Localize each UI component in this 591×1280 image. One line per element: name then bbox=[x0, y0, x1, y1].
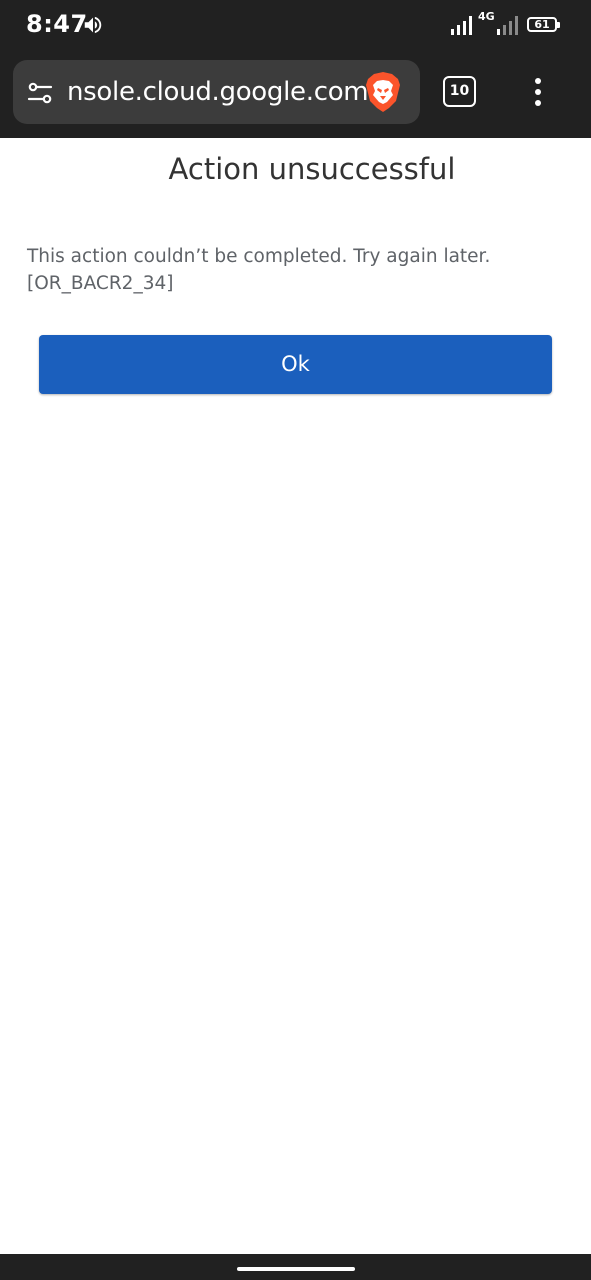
address-bar[interactable]: nsole.cloud.google.com bbox=[13, 60, 420, 124]
battery-icon: 61 bbox=[527, 17, 560, 32]
error-code: [OR_BACR2_34] bbox=[27, 273, 174, 294]
signal-icon-2 bbox=[497, 16, 518, 35]
more-vert-icon[interactable] bbox=[526, 76, 550, 108]
tabs-icon[interactable]: 10 bbox=[443, 76, 476, 107]
tab-count: 10 bbox=[449, 83, 470, 99]
dialog-message-text: This action couldn’t be completed. Try a… bbox=[27, 246, 491, 267]
signal-icon bbox=[451, 16, 472, 35]
network-type: 4G bbox=[478, 10, 495, 23]
ok-button[interactable]: Ok bbox=[39, 335, 552, 394]
site-settings-icon[interactable] bbox=[27, 80, 53, 106]
menu-dot bbox=[535, 89, 541, 95]
status-time: 8:47 bbox=[26, 10, 88, 38]
volume-icon bbox=[84, 16, 102, 34]
status-bar: 8:47 4G 61 bbox=[0, 0, 591, 52]
battery-level: 61 bbox=[534, 18, 550, 31]
dialog-message: This action couldn’t be completed. Try a… bbox=[27, 243, 567, 297]
home-indicator[interactable] bbox=[237, 1267, 355, 1271]
menu-dot bbox=[535, 78, 541, 84]
browser-chrome: 8:47 4G 61 nsole.cloud.google.com 10 bbox=[0, 0, 591, 138]
menu-dot bbox=[535, 100, 541, 106]
url-text[interactable]: nsole.cloud.google.com bbox=[67, 77, 369, 107]
navigation-bar bbox=[0, 1254, 591, 1280]
dialog-title: Action unsuccessful bbox=[168, 152, 456, 186]
brave-lion-icon[interactable] bbox=[365, 71, 401, 113]
